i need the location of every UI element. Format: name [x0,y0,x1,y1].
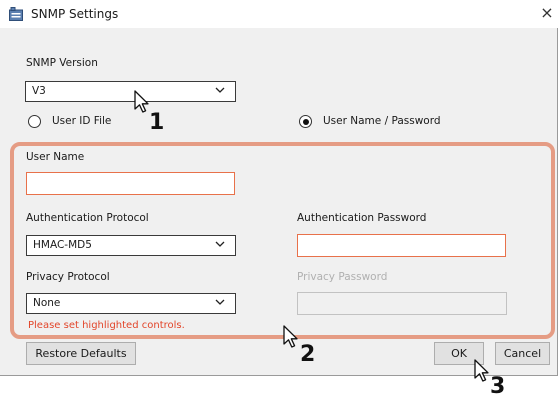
snmp-version-value: V3 [32,85,46,97]
radio-selected-dot [302,118,309,125]
radio-user-name-password-label: User Name / Password [323,115,441,127]
snmp-version-dropdown[interactable]: V3 [25,81,236,102]
error-message: Please set highlighted controls. [28,320,185,331]
step-callout-2: 2 [300,342,316,367]
step-callout-1: 1 [149,110,165,135]
snmp-settings-dialog: SNMP Settings × SNMP Version V3 User ID … [0,0,558,376]
radio-user-id-file[interactable] [28,115,41,128]
restore-defaults-button[interactable]: Restore Defaults [26,342,136,365]
close-button[interactable]: × [538,3,556,23]
mouse-cursor-icon [134,90,149,113]
chevron-down-icon [215,87,225,93]
mouse-cursor-icon [474,359,489,382]
mouse-cursor-icon [283,325,298,348]
window-title: SNMP Settings [31,7,119,21]
settings-window-icon [9,7,23,21]
step-callout-3: 3 [490,374,506,399]
radio-user-name-password[interactable] [299,115,312,128]
title-bar: SNMP Settings × [0,0,558,28]
radio-user-id-file-label: User ID File [52,115,112,127]
cancel-button[interactable]: Cancel [495,342,550,365]
highlight-frame [10,142,555,339]
snmp-version-label: SNMP Version [26,57,98,69]
